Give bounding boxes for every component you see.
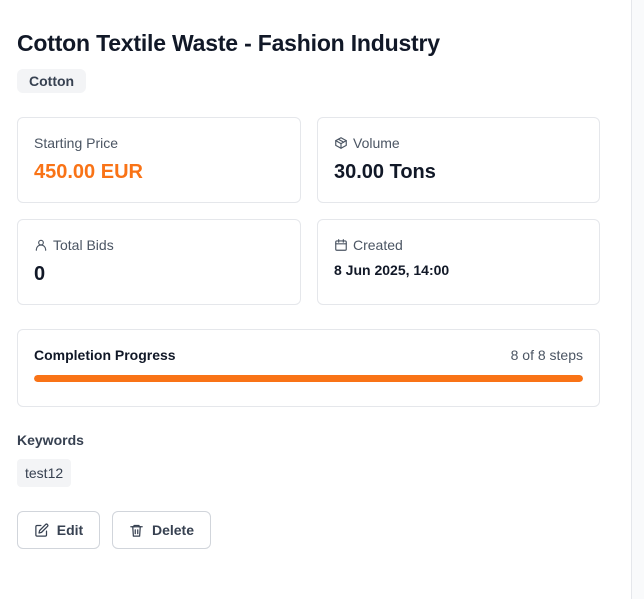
page-title: Cotton Textile Waste - Fashion Industry bbox=[17, 30, 440, 56]
scrollbar[interactable] bbox=[631, 0, 644, 599]
package-icon bbox=[334, 136, 348, 150]
created-value: 8 Jun 2025, 14:00 bbox=[334, 262, 450, 278]
progress-bar bbox=[34, 375, 583, 382]
calendar-icon bbox=[334, 238, 348, 252]
keyword-chip: test12 bbox=[17, 459, 72, 487]
total-bids-card: Total Bids 0 bbox=[17, 219, 301, 305]
edit-icon bbox=[34, 523, 49, 538]
created-label-row: Created bbox=[334, 237, 403, 253]
edit-button-label: Edit bbox=[56, 522, 84, 538]
starting-price-label: Starting Price bbox=[34, 135, 119, 151]
created-label: Created bbox=[353, 237, 403, 253]
total-bids-value: 0 bbox=[34, 263, 46, 285]
keywords-heading: Keywords bbox=[17, 432, 84, 448]
user-icon bbox=[34, 238, 48, 252]
category-badge: Cotton bbox=[17, 69, 87, 93]
progress-title: Completion Progress bbox=[34, 347, 176, 363]
delete-button[interactable]: Delete bbox=[112, 511, 211, 549]
delete-button-label: Delete bbox=[151, 522, 195, 538]
starting-price-value: 450.00 EUR bbox=[34, 161, 143, 183]
volume-value: 30.00 Tons bbox=[334, 161, 436, 183]
created-card: Created 8 Jun 2025, 14:00 bbox=[317, 219, 600, 305]
volume-card: Volume 30.00 Tons bbox=[317, 117, 600, 203]
progress-steps-text: 8 of 8 steps bbox=[510, 347, 583, 363]
volume-label: Volume bbox=[353, 135, 400, 151]
total-bids-label: Total Bids bbox=[53, 237, 114, 253]
completion-progress-card: Completion Progress 8 of 8 steps bbox=[17, 329, 600, 407]
edit-button[interactable]: Edit bbox=[17, 511, 100, 549]
total-bids-label-row: Total Bids bbox=[34, 237, 114, 253]
starting-price-card: Starting Price 450.00 EUR bbox=[17, 117, 301, 203]
trash-icon bbox=[129, 523, 144, 538]
progress-bar-fill bbox=[34, 375, 583, 382]
volume-label-row: Volume bbox=[334, 135, 400, 151]
listing-detail-page: Cotton Textile Waste - Fashion Industry … bbox=[0, 0, 644, 599]
